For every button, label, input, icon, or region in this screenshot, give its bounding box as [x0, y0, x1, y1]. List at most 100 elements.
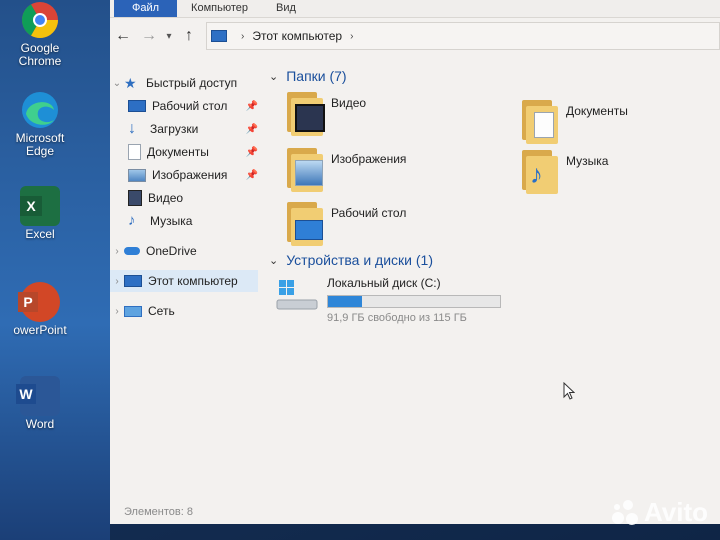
navigation-pane: ⌄ ★ Быстрый доступ Рабочий стол 📌 ↓ Загр… [110, 62, 260, 504]
sidebar-item-label: Видео [148, 191, 184, 205]
edge-icon [20, 90, 60, 130]
desktop: Google Chrome Microsoft Edge X Excel P o… [0, 0, 110, 540]
sidebar-item-label: Рабочий стол [152, 99, 228, 113]
music-folder-icon: ♪ [520, 150, 558, 194]
sidebar-item-label: Загрузки [150, 122, 199, 136]
expand-chevron-icon[interactable]: › [110, 276, 124, 287]
desktop-icon-label: Excel [25, 227, 55, 241]
content-pane: ⌄ Папки (7) Видео Документы Изображения [265, 62, 720, 504]
sidebar-item-label: Этот компьютер [148, 274, 238, 288]
video-folder-icon [285, 92, 325, 136]
drive-usage-bar [327, 295, 501, 308]
forward-arrow-icon[interactable]: → [136, 27, 162, 45]
pin-icon[interactable]: 📌 [246, 101, 258, 112]
folder-item-pictures[interactable]: Изображения [285, 148, 406, 192]
sidebar-item-label: Документы [147, 145, 209, 159]
devices-group-header[interactable]: ⌄ Устройства и диски (1) [269, 252, 433, 268]
back-arrow-icon[interactable]: ← [110, 27, 136, 45]
avito-watermark-text: Avito [643, 497, 708, 527]
folder-item-videos[interactable]: Видео [285, 92, 366, 136]
pictures-icon [128, 168, 146, 182]
desktop-icon-label: Word [25, 417, 55, 431]
network-icon [124, 305, 142, 317]
sidebar-item-videos[interactable]: Видео [110, 187, 260, 209]
word-icon: W [16, 376, 60, 416]
sidebar-item-quick-access[interactable]: ⌄ ★ Быстрый доступ [110, 72, 260, 94]
up-arrow-icon[interactable]: ↑ [176, 27, 202, 45]
sidebar-item-onedrive[interactable]: › OneDrive [110, 240, 260, 262]
tab-computer[interactable]: Компьютер [177, 0, 262, 17]
drive-free-space: 91,9 ГБ свободно из 115 ГБ [327, 312, 467, 324]
sidebar-item-downloads[interactable]: ↓ Загрузки 📌 [110, 118, 260, 140]
desktop-icon-excel[interactable]: X Excel [0, 186, 80, 241]
desktop-icon-powerpoint[interactable]: P owerPoint [0, 282, 80, 337]
documents-folder-icon [520, 100, 558, 144]
ribbon-tabs: Файл Компьютер Вид [110, 0, 720, 18]
breadcrumb-separator-icon[interactable]: › [350, 31, 353, 42]
folder-item-desktop[interactable]: Рабочий стол [285, 202, 406, 246]
sidebar-item-label: Сеть [148, 304, 175, 318]
folder-name: Музыка [566, 154, 609, 168]
tab-view[interactable]: Вид [262, 0, 310, 17]
folder-item-music[interactable]: ♪ Музыка [520, 150, 608, 194]
avito-logo-icon [611, 499, 638, 526]
status-bar-item-count: Элементов: 8 [124, 506, 193, 518]
desktop-icon-word[interactable]: W Word [0, 376, 80, 431]
folder-name: Документы [566, 104, 628, 118]
powerpoint-icon: P [18, 282, 60, 322]
sidebar-item-pictures[interactable]: Изображения 📌 [110, 164, 260, 186]
folder-item-documents[interactable]: Документы [520, 100, 628, 144]
drive-usage-fill [328, 296, 363, 307]
explorer-window: Файл Компьютер Вид ← → ▾ ↑ › Этот компью… [110, 0, 720, 524]
desktop-icon-chrome[interactable]: Google Chrome [0, 0, 80, 68]
navigation-bar: ← → ▾ ↑ › Этот компьютер › [110, 22, 720, 50]
breadcrumb-this-pc[interactable]: Этот компьютер [252, 29, 342, 43]
pin-icon[interactable]: 📌 [246, 170, 258, 181]
sidebar-item-label: Музыка [150, 214, 193, 228]
collapse-chevron-icon[interactable]: ⌄ [269, 70, 278, 83]
pictures-folder-icon [285, 148, 323, 192]
desktop-icon [128, 100, 146, 112]
sidebar-item-label: Быстрый доступ [146, 76, 238, 90]
drive-name: Локальный диск (C:) [327, 276, 441, 290]
desktop-icon-label: owerPoint [13, 323, 67, 337]
avito-watermark: Avito [611, 497, 708, 528]
sidebar-item-music[interactable]: ♪ Музыка [110, 210, 260, 232]
desktop-icon-label: Chrome [18, 54, 62, 68]
computer-icon [124, 275, 142, 287]
recent-locations-chevron-icon[interactable]: ▾ [162, 31, 176, 42]
drive-item-c[interactable]: Локальный диск (C:) 91,9 ГБ свободно из … [275, 276, 501, 324]
folder-name: Видео [331, 96, 367, 110]
address-bar[interactable]: › Этот компьютер › [206, 22, 720, 50]
sidebar-item-this-pc[interactable]: › Этот компьютер [110, 270, 258, 292]
sidebar-item-desktop[interactable]: Рабочий стол 📌 [110, 95, 260, 117]
sidebar-item-network[interactable]: › Сеть [110, 300, 260, 322]
video-icon [128, 190, 142, 206]
download-icon: ↓ [128, 120, 136, 137]
folders-group-header[interactable]: ⌄ Папки (7) [269, 68, 347, 84]
desktop-icon-edge[interactable]: Microsoft Edge [0, 90, 80, 158]
expand-chevron-icon[interactable]: › [110, 246, 124, 257]
desktop-folder-icon [285, 202, 323, 246]
documents-icon [128, 144, 141, 160]
expand-chevron-icon[interactable]: › [110, 306, 124, 317]
hard-drive-icon [275, 276, 319, 312]
folders-group-title: Папки (7) [286, 68, 347, 84]
computer-icon [211, 30, 227, 42]
mouse-cursor-icon [563, 381, 576, 405]
tab-file[interactable]: Файл [114, 0, 178, 17]
folder-name: Изображения [331, 152, 407, 166]
chrome-icon [20, 0, 60, 40]
expand-chevron-icon[interactable]: ⌄ [110, 78, 124, 89]
music-icon: ♪ [128, 212, 136, 229]
folder-name: Рабочий стол [331, 206, 407, 220]
sidebar-item-label: Изображения [152, 168, 228, 182]
pin-icon[interactable]: 📌 [246, 147, 258, 158]
sidebar-item-label: OneDrive [146, 244, 197, 258]
pin-icon[interactable]: 📌 [246, 124, 258, 135]
collapse-chevron-icon[interactable]: ⌄ [269, 254, 278, 267]
desktop-icon-label: Edge [25, 144, 55, 158]
sidebar-item-documents[interactable]: Документы 📌 [110, 141, 260, 163]
breadcrumb-separator-icon[interactable]: › [241, 31, 244, 42]
star-icon: ★ [124, 75, 137, 91]
